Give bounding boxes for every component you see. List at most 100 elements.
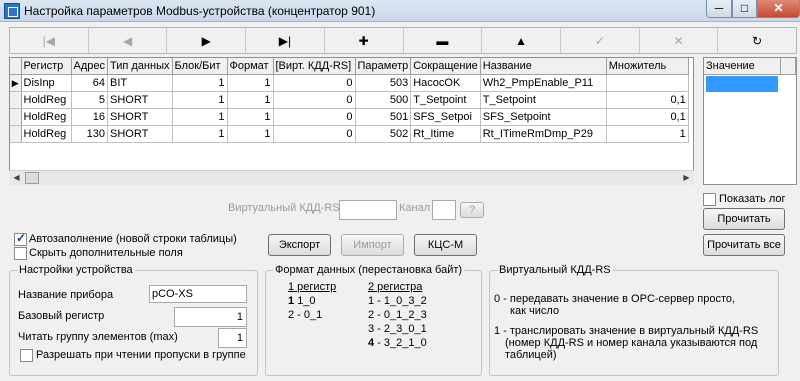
format-2reg-num: 4 — [368, 337, 375, 349]
col-header-register[interactable]: Регистр — [21, 58, 72, 75]
cell-block-bit[interactable]: 1 — [172, 108, 228, 126]
table-row[interactable]: HoldReg 130 SHORT 1 1 0 502 Rt_Itime Rt_… — [10, 125, 689, 143]
cell-multiplier[interactable]: 1 — [606, 125, 689, 143]
cell-name[interactable]: Rt_ITimeRmDmp_P29 — [480, 125, 607, 143]
hide-fields-checkbox[interactable] — [14, 247, 27, 260]
cell-name[interactable]: T_Setpoint — [480, 91, 607, 109]
cell-abbreviation[interactable]: HacocOK — [410, 74, 481, 92]
cell-register[interactable]: HoldReg — [21, 125, 72, 143]
maximize-button[interactable]: □ — [732, 0, 757, 18]
cell-format[interactable]: 1 — [227, 74, 274, 92]
cell-abbreviation[interactable]: T_Setpoint — [410, 91, 481, 109]
channel-input[interactable] — [432, 200, 456, 220]
allow-gaps-checkbox[interactable] — [20, 349, 33, 362]
cell-parameter[interactable]: 500 — [355, 91, 412, 109]
post-record-button[interactable]: ✓ — [561, 28, 640, 53]
cell-register[interactable]: HoldReg — [21, 108, 72, 126]
grid-horizontal-scrollbar[interactable]: ◀ ▶ — [9, 170, 694, 185]
first-record-button[interactable]: |◀ — [10, 28, 89, 53]
kcs-button[interactable]: КЦС-М — [414, 234, 477, 256]
cell-datatype[interactable]: SHORT — [107, 108, 173, 126]
cell-register[interactable]: HoldReg — [21, 91, 72, 109]
cell-multiplier[interactable] — [606, 74, 689, 92]
col-header-datatype[interactable]: Тип данных — [107, 58, 173, 75]
col-header-value[interactable]: Значение — [704, 58, 781, 75]
scroll-right-arrow-icon[interactable]: ▶ — [679, 171, 694, 185]
cell-address[interactable]: 130 — [71, 125, 108, 143]
insert-record-button[interactable]: ✚ — [325, 28, 404, 53]
minimize-button[interactable]: ─ — [706, 0, 732, 18]
export-button[interactable]: Экспорт — [268, 234, 331, 256]
table-row[interactable]: HoldReg 5 SHORT 1 1 0 500 T_Setpoint T_S… — [10, 91, 689, 109]
vkdd-option-1-cont2: таблицей) — [505, 349, 557, 361]
scroll-left-arrow-icon[interactable]: ◀ — [9, 171, 24, 185]
virtual-kdd-input[interactable] — [339, 200, 397, 220]
col-header-parameter[interactable]: Параметр — [355, 58, 412, 75]
cell-address[interactable]: 16 — [71, 108, 108, 126]
edit-record-button[interactable]: ▲ — [482, 28, 561, 53]
import-button[interactable]: Импорт — [341, 234, 404, 256]
prior-record-button[interactable]: ◀ — [89, 28, 168, 53]
header-indicator — [10, 58, 22, 75]
cell-multiplier[interactable]: 0,1 — [606, 108, 689, 126]
col-header-virt-kdd[interactable]: [Вирт. КДД-RS] — [273, 58, 356, 75]
col-header-abbreviation[interactable]: Сокращение — [410, 58, 481, 75]
cell-abbreviation[interactable]: Rt_Itime — [410, 125, 481, 143]
col-header-block-bit[interactable]: Блок/Бит — [172, 58, 228, 75]
col-header-address[interactable]: Адрес — [71, 58, 108, 75]
cell-address[interactable]: 64 — [71, 74, 108, 92]
check-icon: ✓ — [594, 33, 605, 48]
value-cell-selected[interactable] — [706, 76, 778, 92]
cell-datatype[interactable]: BIT — [107, 74, 173, 92]
read-group-input[interactable]: 1 — [218, 328, 247, 348]
cell-datatype[interactable]: SHORT — [107, 91, 173, 109]
cell-virt-kdd[interactable]: 0 — [273, 125, 356, 143]
cell-multiplier[interactable]: 0,1 — [606, 91, 689, 109]
row-indicator — [10, 108, 22, 126]
close-button[interactable]: ✕ — [757, 0, 800, 18]
cell-register[interactable]: DisInp — [21, 74, 72, 92]
format-2reg-text: - 3_2_1_0 — [377, 337, 427, 349]
next-record-button[interactable]: ▶ — [167, 28, 247, 53]
cell-name[interactable]: Wh2_PmpEnable_P11 — [480, 74, 607, 92]
read-all-button[interactable]: Прочитать все — [703, 234, 785, 256]
value-grid[interactable]: Значение — [703, 57, 797, 185]
x-icon: ✕ — [673, 33, 684, 48]
refresh-button[interactable]: ↻ — [718, 28, 796, 53]
window-title: Настройка параметров Modbus-устройства (… — [24, 4, 376, 18]
cell-block-bit[interactable]: 1 — [172, 74, 228, 92]
device-name-input[interactable]: pCO-XS — [149, 285, 247, 303]
table-row[interactable]: HoldReg 16 SHORT 1 1 0 501 SFS_Setpoi SF… — [10, 108, 689, 126]
cell-format[interactable]: 1 — [227, 125, 274, 143]
cell-virt-kdd[interactable]: 0 — [273, 74, 356, 92]
delete-record-button[interactable]: ▬ — [404, 28, 483, 53]
cell-abbreviation[interactable]: SFS_Setpoi — [410, 108, 481, 126]
cancel-record-button[interactable]: ✕ — [640, 28, 719, 53]
cell-name[interactable]: SFS_Setpoint — [480, 108, 607, 126]
cell-virt-kdd[interactable]: 0 — [273, 91, 356, 109]
registers-grid[interactable]: Регистр Адрес Тип данных Блок/Бит Формат… — [9, 57, 694, 185]
cell-block-bit[interactable]: 1 — [172, 91, 228, 109]
col-header-name[interactable]: Название — [480, 58, 607, 75]
cell-parameter[interactable]: 502 — [355, 125, 412, 143]
read-one-button[interactable]: Прочитать один — [703, 208, 785, 245]
last-record-button[interactable]: ▶| — [246, 28, 325, 53]
format-1reg-text: 1_0 — [297, 295, 316, 307]
cell-address[interactable]: 5 — [71, 91, 108, 109]
cell-block-bit[interactable]: 1 — [172, 125, 228, 143]
table-row[interactable]: ▶ DisInp 64 BIT 1 1 0 503 HacocOK Wh2_Pm… — [10, 74, 689, 92]
cell-parameter[interactable]: 503 — [355, 74, 412, 92]
cell-parameter[interactable]: 501 — [355, 108, 412, 126]
help-button[interactable]: ? — [460, 202, 484, 218]
col-header-multiplier[interactable]: Множитель — [606, 58, 689, 75]
scrollbar-thumb[interactable] — [25, 172, 39, 184]
show-log-checkbox[interactable] — [703, 193, 716, 206]
autofill-checkbox[interactable] — [14, 231, 27, 246]
cell-format[interactable]: 1 — [227, 108, 274, 126]
cell-virt-kdd[interactable]: 0 — [273, 108, 356, 126]
col-header-format[interactable]: Формат — [227, 58, 274, 75]
format-2reg-item: 4 - 3_2_1_0 — [368, 337, 427, 349]
base-register-input[interactable]: 1 — [174, 307, 247, 327]
cell-datatype[interactable]: SHORT — [107, 125, 173, 143]
cell-format[interactable]: 1 — [227, 91, 274, 109]
